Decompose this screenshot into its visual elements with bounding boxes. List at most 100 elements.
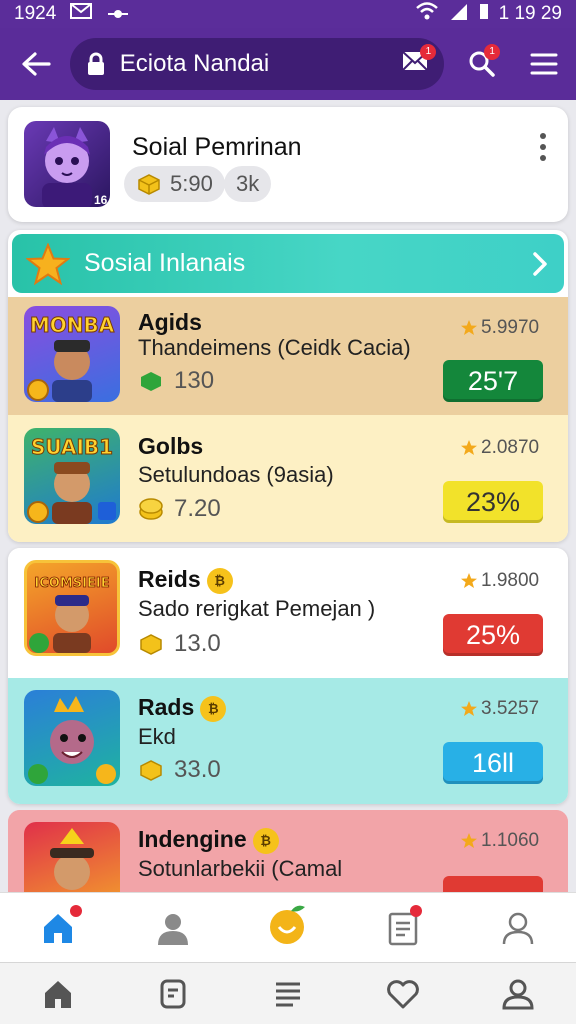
menu-button[interactable] xyxy=(524,44,564,84)
game-thumbnail-text: MONBA xyxy=(30,313,115,337)
game-thumbnail[interactable]: MONBA xyxy=(24,306,120,402)
nav-documents[interactable] xyxy=(346,893,461,963)
heart-icon xyxy=(387,979,420,1008)
game-row[interactable]: ICOMSIEIE Reids ₿ Sado rerigkat Pemejan )… xyxy=(8,548,568,678)
star-icon xyxy=(461,833,477,848)
mail-button[interactable]: 1 xyxy=(402,43,437,79)
game-thumbnail[interactable]: ICOMSIEIE xyxy=(24,560,120,656)
game-rating: 1.1060 xyxy=(460,830,539,852)
game-rating-value: 1.9800 xyxy=(481,570,540,591)
star-icon xyxy=(461,440,477,455)
sys-home-button[interactable] xyxy=(0,978,115,1010)
home-badge xyxy=(70,904,82,917)
more-options-button[interactable] xyxy=(528,127,558,167)
star-icon xyxy=(461,573,477,588)
games-card: Indengine ₿ Sotunlarbekii (Camal 1.1060 xyxy=(8,810,568,900)
bottom-nav xyxy=(0,892,576,962)
scroll-icon xyxy=(160,979,186,1008)
game-thumbnail[interactable]: SUAIB1 xyxy=(24,428,120,524)
section-header[interactable]: Sosial Inlanais xyxy=(12,234,564,293)
game-description: Thandeimens (Ceidk Cacia) xyxy=(138,335,411,360)
coins-value: 5:90 xyxy=(170,171,213,196)
back-arrow-icon xyxy=(22,52,51,76)
sys-account-button[interactable] xyxy=(461,978,576,1010)
game-coins: 33.0 xyxy=(138,756,221,784)
nav-home[interactable] xyxy=(0,893,115,963)
game-percent-button[interactable]: 23% xyxy=(443,481,543,523)
game-rating: 3.5257 xyxy=(460,698,539,720)
star-icon xyxy=(26,242,70,285)
hamburger-icon xyxy=(530,53,558,75)
game-thumbnail[interactable] xyxy=(24,690,120,786)
mail-status-icon xyxy=(70,3,93,25)
game-description: Setulundoas (9asia) xyxy=(138,462,334,487)
profile-card[interactable]: 16 Soial Pemrinan xyxy=(8,107,568,222)
game-name: Indengine ₿ xyxy=(138,826,279,854)
app-bar: Eciota Nandai 1 1 xyxy=(0,28,576,100)
game-rating-value: 5.9970 xyxy=(481,317,540,338)
game-name: Reids ₿ xyxy=(138,566,233,594)
vip-badge: ₿ xyxy=(206,567,233,594)
mail-badge: 1 xyxy=(420,43,437,60)
sys-list-button[interactable] xyxy=(230,979,345,1009)
game-row[interactable]: Indengine ₿ Sotunlarbekii (Camal 1.1060 xyxy=(8,810,568,900)
game-rating: 1.9800 xyxy=(460,570,539,592)
game-row[interactable]: Rads ₿ Ekd 33.0 3.5257 16ll xyxy=(8,678,568,804)
coin-icon xyxy=(139,498,163,520)
status-bar: 1924 1 19 29 xyxy=(0,0,576,28)
vip-badge: ₿ xyxy=(200,695,227,722)
nav-center[interactable] xyxy=(230,893,345,963)
signal-icon xyxy=(449,2,469,26)
count-value: 3k xyxy=(236,171,260,196)
game-row[interactable]: MONBA Agids Thandeimens (Ceidk Cacia) 13… xyxy=(8,297,568,415)
game-percent-button[interactable]: 25'7 xyxy=(443,360,543,402)
list-icon xyxy=(276,982,300,1006)
game-percent-button[interactable]: 25% xyxy=(443,614,543,656)
game-coins: 130 xyxy=(138,367,214,395)
game-coins-value: 130 xyxy=(174,367,215,394)
home-icon xyxy=(43,913,72,943)
home-icon xyxy=(44,980,71,1008)
game-coins-value: 33.0 xyxy=(174,756,221,783)
game-coins: 13.0 xyxy=(138,630,221,658)
documents-badge xyxy=(409,904,422,917)
search-badge: 1 xyxy=(484,44,501,60)
games-card: ICOMSIEIE Reids ₿ Sado rerigkat Pemejan )… xyxy=(8,548,568,804)
game-name: Agids xyxy=(138,309,202,335)
star-icon xyxy=(461,701,477,716)
sys-scroll-button[interactable] xyxy=(115,978,230,1010)
nav-account[interactable] xyxy=(461,893,576,963)
center-action-button[interactable] xyxy=(258,893,318,954)
address-title: Eciota Nandai xyxy=(119,50,270,77)
avatar-tag: 16 xyxy=(94,193,108,207)
game-row[interactable]: SUAIB1 Golbs Setulundoas (9asia) 7.20 2.… xyxy=(8,415,568,542)
system-nav-bar xyxy=(0,962,576,1024)
lock-icon xyxy=(87,52,104,75)
game-coins-value: 7.20 xyxy=(174,495,221,522)
coin-stack-icon xyxy=(140,760,162,781)
game-rating-value: 2.0870 xyxy=(481,437,540,458)
status-time: 1924 xyxy=(14,3,57,24)
game-name: Golbs xyxy=(138,433,204,459)
game-description: Ekd xyxy=(138,724,176,749)
game-rating-value: 3.5257 xyxy=(481,698,540,719)
game-thumbnail-text: ICOMSIEIE xyxy=(34,576,109,591)
chevron-right-icon xyxy=(533,251,547,276)
game-description: Sado rerigkat Pemejan ) xyxy=(138,596,376,621)
coin-stack-icon xyxy=(141,372,161,391)
address-bar[interactable]: Eciota Nandai 1 xyxy=(69,38,445,90)
coins-chip: 5:90 xyxy=(124,166,225,202)
game-rating: 2.0870 xyxy=(460,437,539,459)
search-button[interactable]: 1 xyxy=(462,44,502,84)
wifi-icon xyxy=(415,2,439,26)
game-thumbnail[interactable] xyxy=(24,822,120,900)
nav-profile[interactable] xyxy=(115,893,230,963)
coin-stack-icon xyxy=(140,634,162,655)
back-button[interactable] xyxy=(12,40,60,88)
games-section: Sosial Inlanais MONBA Agids Thandeimens … xyxy=(8,230,568,542)
battery-icon xyxy=(479,2,489,26)
game-percent-button[interactable]: 16ll xyxy=(443,742,543,784)
sys-favorite-button[interactable] xyxy=(346,979,461,1009)
profile-name: Soial Pemrinan xyxy=(132,133,302,161)
game-name: Rads ₿ xyxy=(138,694,227,722)
